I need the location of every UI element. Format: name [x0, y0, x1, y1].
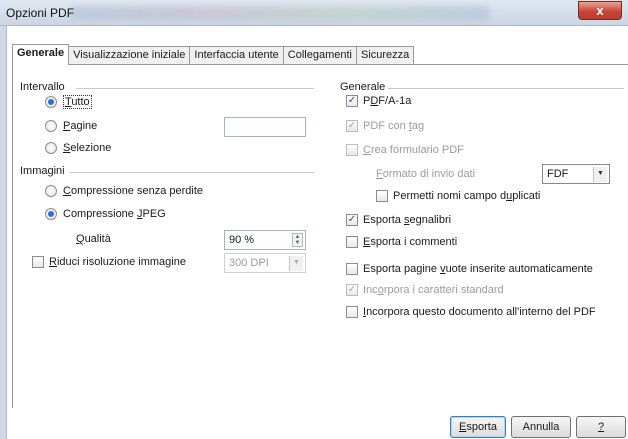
pagine-vuote-label: Esporta pagine vuote inserite automatica… [363, 263, 593, 275]
esporta-commenti-box[interactable] [346, 236, 358, 248]
pagine-input[interactable] [224, 117, 306, 137]
resolution-dropdown[interactable]: 300 DPI ▼ [224, 253, 306, 273]
tab-generale[interactable]: Generale [12, 44, 70, 65]
generale-divider [384, 88, 624, 89]
radio-selezione[interactable]: Selezione [45, 142, 111, 154]
tab-collegamenti[interactable]: Collegamenti [282, 46, 357, 65]
checkbox-riduci-risoluzione[interactable]: Riduci risoluzione immagine [32, 256, 186, 268]
incorpora-documento-box[interactable] [346, 306, 358, 318]
quality-spinbox[interactable]: 90 % ▲ ▼ [224, 230, 306, 250]
title-bar-glass [70, 6, 490, 20]
radio-compressione-jpeg[interactable]: Compressione JPEG [45, 208, 166, 220]
checkbox-caratteri-standard[interactable]: ✓ Incorpora i caratteri standard [346, 284, 504, 296]
nomi-duplicati-label: Permetti nomi campo duplicati [393, 190, 541, 202]
radio-lossless-label: Compressione senza perdite [63, 185, 204, 197]
radio-tutto-label: Tutto [63, 95, 92, 109]
radio-jpeg-label: Compressione JPEG [63, 208, 166, 220]
checkbox-pdf-con-tag[interactable]: ✓ PDF con tag [346, 120, 424, 132]
section-title-immagini: Immagini [20, 165, 68, 177]
window-frame-left [0, 26, 7, 439]
nomi-duplicati-box[interactable] [376, 190, 388, 202]
tab-bar: Generale Visualizzazione iniziale Interf… [12, 44, 415, 65]
checkbox-pdfa[interactable]: ✓ PDF/A-1a [346, 95, 411, 107]
checkbox-crea-formulario[interactable]: Crea formulario PDF [346, 144, 464, 156]
tab-sicurezza[interactable]: Sicurezza [356, 46, 415, 65]
resolution-value: 300 DPI [229, 257, 269, 269]
radio-pagine-indicator[interactable] [45, 120, 57, 132]
title-bar: Opzioni PDF x [0, 0, 628, 26]
window-title: Opzioni PDF [6, 6, 75, 20]
radio-selezione-indicator[interactable] [45, 142, 57, 154]
checkbox-esporta-commenti[interactable]: Esporta i commenti [346, 236, 457, 248]
cancel-button[interactable]: Annulla [511, 416, 571, 438]
spin-arrows-icon[interactable]: ▲ ▼ [292, 233, 303, 247]
checkbox-esporta-segnalibri[interactable]: ✓ Esporta segnalibri [346, 214, 451, 226]
checkbox-incorpora-documento[interactable]: Incorpora questo documento all'interno d… [346, 306, 596, 318]
pdf-con-tag-box[interactable]: ✓ [346, 120, 358, 132]
caratteri-standard-box[interactable]: ✓ [346, 284, 358, 296]
esporta-segnalibri-label: Esporta segnalibri [363, 214, 452, 226]
radio-tutto-indicator[interactable] [45, 96, 57, 108]
radio-pagine[interactable]: Pagine [45, 120, 97, 132]
section-title-intervallo: Intervallo [20, 81, 68, 93]
radio-selezione-label: Selezione [63, 142, 112, 154]
crea-formulario-box[interactable] [346, 144, 358, 156]
radio-compressione-senza-perdite[interactable]: Compressione senza perdite [45, 185, 203, 197]
crea-formulario-label: Crea formulario PDF [363, 144, 464, 156]
immagini-divider [70, 172, 314, 173]
pagine-vuote-box[interactable] [346, 263, 358, 275]
help-button[interactable]: ? [576, 416, 626, 438]
tab-visualizzazione-iniziale[interactable]: Visualizzazione iniziale [68, 46, 191, 65]
tab-interfaccia-utente[interactable]: Interfaccia utente [189, 46, 284, 65]
chevron-down-icon[interactable]: ▼ [593, 167, 607, 182]
close-button[interactable]: x [578, 1, 622, 20]
quality-value: 90 % [229, 234, 255, 246]
intervallo-divider [76, 88, 314, 89]
pdfa-box[interactable]: ✓ [346, 95, 358, 107]
checkbox-pagine-vuote[interactable]: Esporta pagine vuote inserite automatica… [346, 263, 593, 275]
formato-invio-value: FDF [547, 168, 569, 180]
pdf-con-tag-label: PDF con tag [363, 120, 425, 132]
formato-invio-dropdown[interactable]: FDF ▼ [542, 164, 610, 184]
incorpora-documento-label: Incorpora questo documento all'interno d… [363, 306, 596, 318]
checkbox-nomi-duplicati[interactable]: Permetti nomi campo duplicati [376, 190, 540, 202]
radio-pagine-label: Pagine [63, 120, 98, 132]
riduci-risoluzione-label: Riduci risoluzione immagine [49, 256, 186, 268]
caratteri-standard-label: Incorpora i caratteri standard [363, 284, 504, 296]
quality-label: Qualità [76, 233, 111, 245]
formato-invio-label: Formato di invio dati [376, 168, 476, 180]
radio-tutto[interactable]: Tutto [45, 95, 92, 109]
section-title-generale: Generale [340, 81, 389, 93]
export-button[interactable]: Esporta [450, 416, 506, 438]
pdfa-label: PDF/A-1a [363, 95, 412, 107]
chevron-down-icon[interactable]: ▼ [289, 256, 303, 271]
riduci-risoluzione-box[interactable] [32, 256, 44, 268]
esporta-commenti-label: Esporta i commenti [363, 236, 458, 248]
esporta-segnalibri-box[interactable]: ✓ [346, 214, 358, 226]
radio-lossless-indicator[interactable] [45, 185, 57, 197]
radio-jpeg-indicator[interactable] [45, 208, 57, 220]
